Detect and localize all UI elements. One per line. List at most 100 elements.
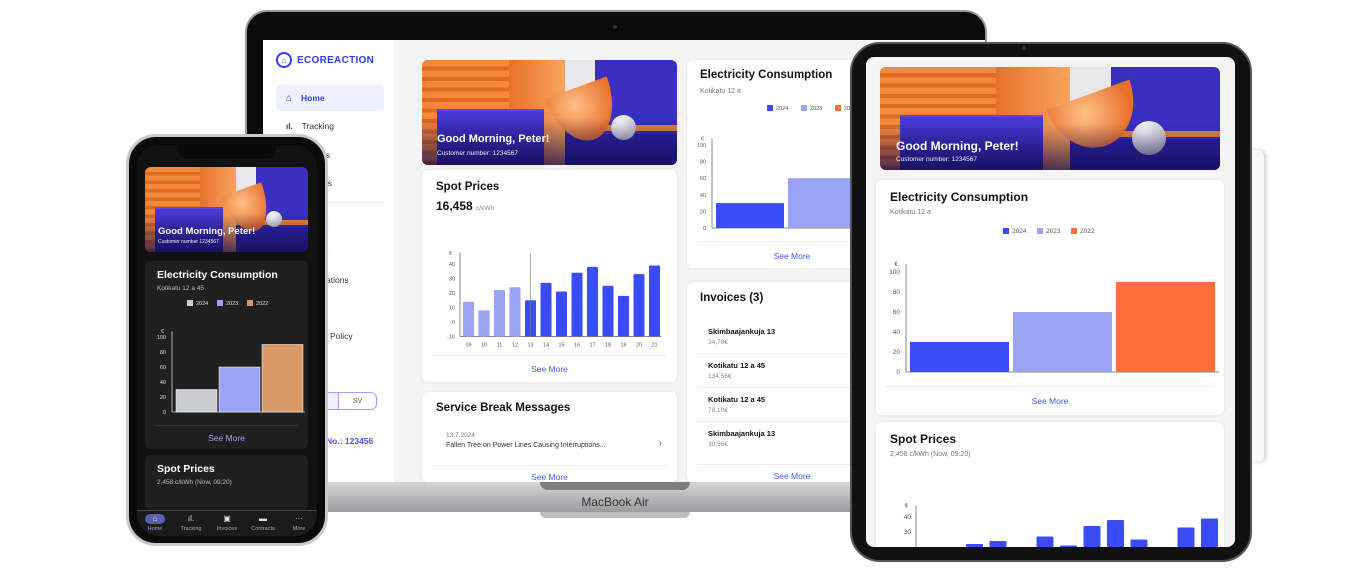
spot-price-subtitle: 2,458 c/kWh (Now, 09:20) <box>157 479 232 486</box>
y-tick-label: 80 <box>893 289 901 296</box>
legend-swatch <box>1037 228 1043 234</box>
phone-notch <box>178 145 276 159</box>
stylus-pencil <box>1250 150 1264 462</box>
divider <box>432 355 667 356</box>
x-tick-label: 14 <box>543 343 549 349</box>
service-break-card: Service Break Messages 13.7.2024 Fallen … <box>422 392 677 482</box>
nav-contracts[interactable]: ▬ Contracts <box>245 511 281 536</box>
y-tick-label: 40 <box>449 262 455 268</box>
legend-label: 2024 <box>196 301 208 307</box>
y-axis-unit: ¢ <box>449 251 452 257</box>
legend-swatch <box>247 300 253 306</box>
brand-logo[interactable]: ⌂ ECOREACTION <box>276 52 374 68</box>
sidebar-item-notifications[interactable]: ations <box>326 275 349 285</box>
laptop-foot <box>540 512 690 518</box>
nav-home[interactable]: ⌂ Home <box>137 511 173 536</box>
see-more-link[interactable]: See More <box>687 471 877 481</box>
sidebar-item-home[interactable]: ⌂ Home <box>276 85 384 111</box>
legend-swatch <box>1003 228 1009 234</box>
bar-20 <box>633 274 645 337</box>
bar-chart-icon: ıl. <box>187 514 195 523</box>
legend-swatch <box>801 105 807 111</box>
y-tick-label: 60 <box>893 309 901 316</box>
y-tick-label: 30 <box>904 529 912 536</box>
bar-2024 <box>716 203 784 228</box>
nav-more[interactable]: ··· More <box>281 511 317 536</box>
x-tick-label: 11 <box>497 343 503 349</box>
nav-tracking[interactable]: ıl. Tracking <box>173 511 209 536</box>
see-more-link[interactable]: See More <box>145 433 308 443</box>
x-tick-label: 19 <box>620 343 626 349</box>
sidebar-item-privacy-policy[interactable]: Policy <box>330 331 353 341</box>
x-tick-label: 09 <box>465 343 471 349</box>
bar-14 <box>540 282 552 337</box>
y-tick-label: 40 <box>904 514 912 521</box>
customer-number: No.: 123456 <box>326 436 374 446</box>
y-tick-label: 0 <box>703 226 706 232</box>
electricity-chart: €020406080100202420232022 <box>697 105 877 232</box>
legend-swatch <box>835 105 841 111</box>
y-tick-label: 0 <box>163 410 166 416</box>
customer-number: Customer number: 1234567 <box>437 150 518 157</box>
y-tick-label: 60 <box>700 176 706 182</box>
greeting: Good Morning, Peter! <box>896 139 1019 153</box>
x-tick-label: 21 <box>651 343 657 349</box>
message-text: Fallen Tree on Power Lines Causing Inter… <box>446 442 606 449</box>
y-tick-label: 80 <box>700 160 706 166</box>
spot-prices-card: Spot Prices 2,458 c/kWh (Now, 09:20) ¢ 30… <box>876 422 1224 547</box>
y-tick-label: -10 <box>447 335 455 341</box>
electricity-consumption-card: Electricity Consumption Kotikatu 12 a €0… <box>687 60 877 268</box>
y-tick-label: 80 <box>160 350 166 356</box>
bar-14 <box>1036 536 1054 547</box>
see-more-link[interactable]: See More <box>687 251 877 261</box>
see-more-link[interactable]: See More <box>876 396 1224 406</box>
y-axis-unit: ¢ <box>904 503 908 510</box>
bar-11 <box>494 290 505 337</box>
bottom-navigation: ⌂ Home ıl. Tracking ▣ Invoices ▬ Contracts ·… <box>137 510 317 536</box>
legend-label: 2022 <box>1080 228 1095 235</box>
bar-2024 <box>175 389 218 413</box>
x-tick-label: 16 <box>574 343 580 349</box>
nav-invoices[interactable]: ▣ Invoices <box>209 511 245 536</box>
y-tick-label: 20 <box>160 395 166 401</box>
x-tick-label: 10 <box>481 343 487 349</box>
bar-2023 <box>1013 312 1112 372</box>
bar-15 <box>556 291 567 337</box>
see-more-link[interactable]: See More <box>422 364 677 374</box>
home-icon: ⌂ <box>286 92 293 104</box>
electricity-chart: €020406080100202420232022 <box>889 228 1219 376</box>
service-message-item[interactable]: 13.7.2024 Fallen Tree on Power Lines Cau… <box>446 432 666 462</box>
customer-number: Customer number 1234567 <box>158 239 219 245</box>
language-sv[interactable]: SV <box>339 393 376 409</box>
bar-19 <box>618 295 629 337</box>
hero-banner: Good Morning, Peter! Customer number 123… <box>145 167 308 252</box>
y-tick-label: 40 <box>893 329 901 336</box>
divider <box>886 386 1214 387</box>
bar-chart-icon: ıl. <box>286 121 293 131</box>
laptop-model-label: MacBook Air <box>581 495 649 509</box>
see-more-link[interactable]: See More <box>422 472 677 482</box>
customer-number: Customer number: 1234567 <box>896 156 977 163</box>
y-tick-label: 100 <box>697 143 706 149</box>
divider <box>432 465 667 466</box>
x-tick-label: 15 <box>558 343 564 349</box>
divider <box>155 425 298 426</box>
y-tick-label: 0 <box>452 320 455 326</box>
electricity-consumption-card: Electricity Consumption Kotikatu 12 a 45… <box>145 261 308 449</box>
electricity-consumption-card: Electricity Consumption Kotikatu 12 a €0… <box>876 180 1224 415</box>
sidebar-item-label: Home <box>301 93 325 103</box>
y-tick-label: 40 <box>700 193 706 199</box>
card-title: Spot Prices <box>157 463 215 475</box>
bar-2023 <box>218 366 261 413</box>
tablet-screen: Good Morning, Peter! Customer number: 12… <box>866 57 1235 547</box>
y-tick-label: 40 <box>160 380 166 386</box>
bar-17 <box>1107 520 1124 547</box>
spot-prices-card: Spot Prices 2,458 c/kWh (Now, 09:20) <box>145 455 308 510</box>
phone-screen: Good Morning, Peter! Customer number 123… <box>137 145 317 536</box>
y-axis-unit: € <box>701 136 704 142</box>
camera <box>613 25 617 29</box>
invoices-card: Invoices (3) Skimbaajankuja 13 34,76€ Kot… <box>687 282 877 482</box>
bar-18 <box>1130 539 1148 547</box>
legend-swatch <box>187 300 193 306</box>
spot-prices-chart: ¢ 30 40 <box>904 503 1218 547</box>
